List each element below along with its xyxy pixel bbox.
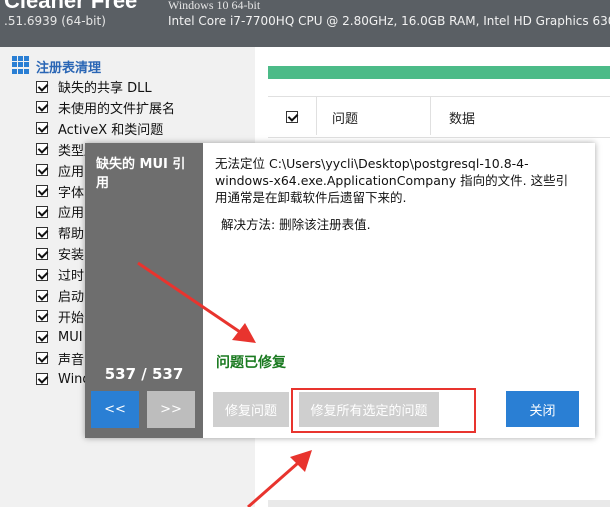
annotation-arrowhead [232, 323, 256, 343]
annotation-arrow [137, 261, 241, 334]
annotation-arrows [137, 261, 312, 507]
annotation-arrow [247, 461, 299, 507]
